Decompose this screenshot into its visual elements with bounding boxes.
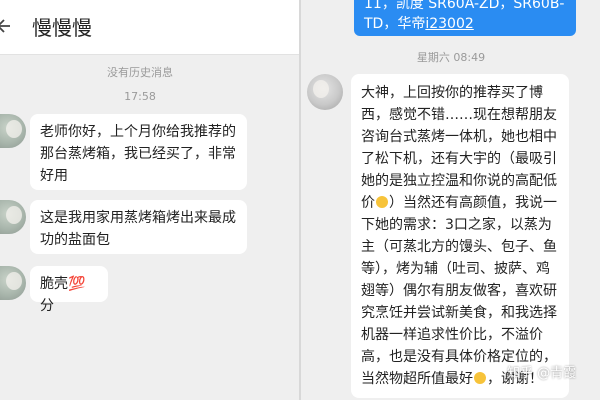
right-chat-panel: 11，凯度 SR60A-ZD，SR60B- TD，华帝i23002 星期六 08… [301,0,600,400]
message-bubble-3[interactable]: 脆壳💯分 [30,266,108,314]
message-bubble-2[interactable]: 这是我用家用蒸烤箱烤出来最成功的盐面包 [30,200,247,254]
no-history-notice: 没有历史消息 [107,66,173,79]
sent-message-bubble[interactable]: 11，凯度 SR60A-ZD，SR60B- TD，华帝i23002 [354,0,576,36]
watermark: 知乎 @青霞 [507,366,577,381]
message-bubble-1[interactable]: 老师你好，上个月你给我推荐的那台蒸烤箱，我已经买了，非常好用 [30,114,247,190]
received-message-bubble[interactable]: 大神，上回按你的推荐买了博西，感觉不错……现在想帮朋友咨询台式蒸烤一体机，她也相… [351,74,569,398]
message-timestamp: 星期六 08:49 [416,51,486,64]
chat-title: 慢慢慢 [32,16,92,40]
reply-text-part-1: 大神，上回按你的推荐买了博西，感觉不错……现在想帮朋友咨询台式蒸烤一体机，她也相… [361,85,557,211]
sent-message-line-2: TD，华帝i23002 [364,14,566,34]
laughing-emoji-icon [474,372,486,384]
sent-message-text: TD，华帝 [364,16,426,32]
message-text-3: 脆壳💯分 [40,276,86,314]
left-chat-panel: 慢慢慢 没有历史消息 17:58 老师你好，上个月你给我推荐的那台蒸烤箱，我已经… [0,0,299,400]
sent-message-line-1: 11，凯度 SR60A-ZD，SR60B- [364,0,565,12]
sent-message-link[interactable]: i23002 [425,16,473,32]
avatar[interactable] [307,74,343,110]
back-arrow-icon[interactable] [0,14,16,38]
message-text-2: 这是我用家用蒸烤箱烤出来最成功的盐面包 [40,210,236,248]
message-time: 17:58 [124,90,156,103]
thinking-emoji-icon [376,196,388,208]
avatar[interactable] [0,200,26,234]
message-text-1: 老师你好，上个月你给我推荐的那台蒸烤箱，我已经买了，非常好用 [40,124,236,184]
avatar[interactable] [0,266,26,300]
avatar[interactable] [0,114,26,148]
reply-text-part-2: ）当然还有高颜值，我说一下她的需求：3口之家，以蒸为主（可蒸北方的馒头、包子、鱼… [361,195,557,387]
chat-header: 慢慢慢 [0,0,299,55]
